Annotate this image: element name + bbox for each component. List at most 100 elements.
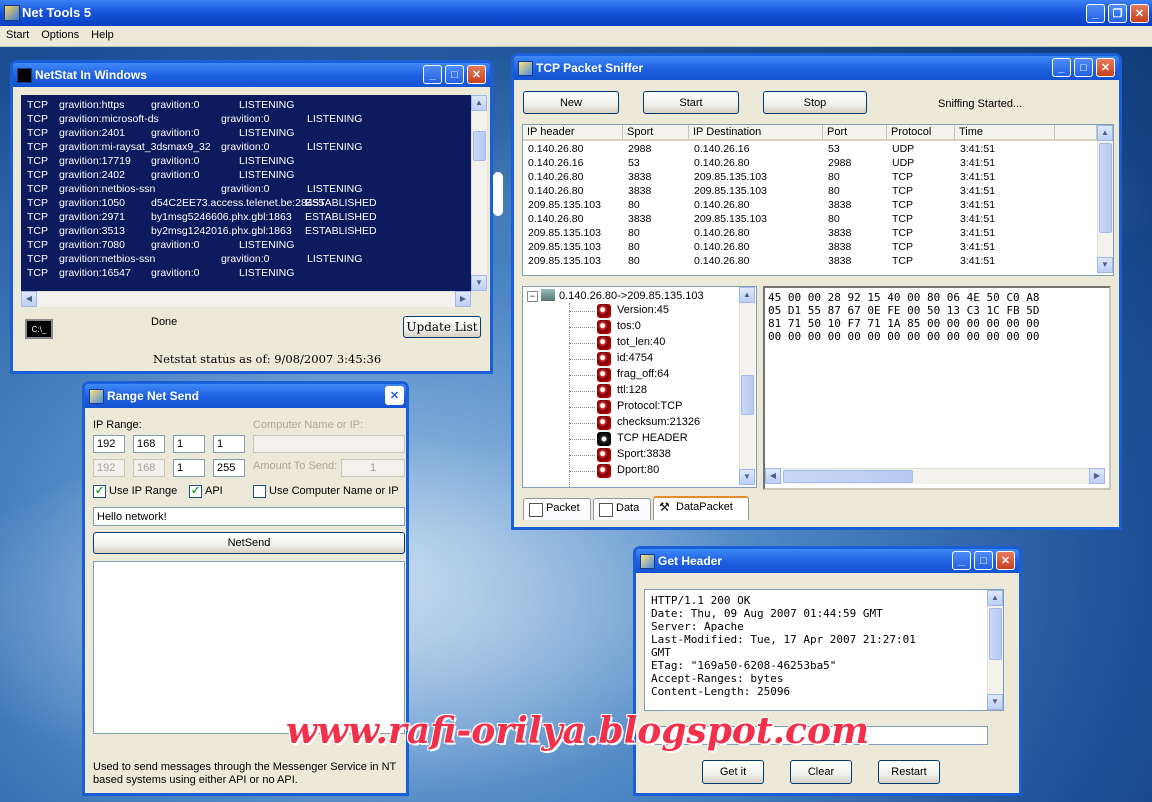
table-cell: 3838	[828, 227, 852, 239]
scroll-right-icon[interactable]: ▶	[1089, 468, 1105, 484]
netstat-close-icon[interactable]: ✕	[467, 65, 486, 84]
column-header[interactable]: Sport	[623, 125, 689, 141]
scroll-down-icon[interactable]: ▼	[739, 469, 755, 485]
sniffer-close-icon[interactable]: ✕	[1096, 58, 1115, 77]
collapse-icon[interactable]: −	[527, 291, 538, 302]
table-cell: TCP	[892, 185, 913, 197]
scroll-down-icon[interactable]: ▼	[471, 275, 487, 291]
scroll-thumb[interactable]	[783, 470, 913, 483]
netstat-minimize-icon[interactable]: _	[423, 65, 442, 84]
header-titlebar: Get Header _ □ ✕	[636, 549, 1019, 573]
packet-table-vscrollbar[interactable]: ▲ ▼	[1097, 125, 1113, 273]
netsend-button[interactable]: NetSend	[93, 532, 405, 554]
netstat-maximize-icon[interactable]: □	[445, 65, 464, 84]
column-header[interactable]: Port	[823, 125, 887, 141]
table-row[interactable]: 209.85.135.103 80 0.140.26.80 3838 TCP 3:41:5…	[523, 227, 1097, 241]
sniffer-titlebar: TCP Packet Sniffer _ □ ✕	[514, 56, 1119, 80]
api-checkbox[interactable]: ✓	[189, 485, 202, 498]
get-it-button[interactable]: Get it	[702, 760, 764, 784]
menu-options[interactable]: Options	[35, 26, 85, 44]
scroll-up-icon[interactable]: ▲	[471, 95, 487, 111]
netstat-cell: gravition:1050	[59, 197, 125, 209]
new-button[interactable]: New	[523, 91, 619, 114]
header-minimize-icon[interactable]: _	[952, 551, 971, 570]
header-vscrollbar[interactable]: ▲ ▼	[987, 590, 1003, 710]
scroll-up-icon[interactable]: ▲	[987, 590, 1003, 606]
ip-to-3-input[interactable]	[173, 459, 205, 477]
column-header[interactable]: Protocol	[887, 125, 955, 141]
table-cell: TCP	[892, 241, 913, 253]
restart-button[interactable]: Restart	[878, 760, 940, 784]
computer-name-input[interactable]	[253, 435, 405, 453]
column-header[interactable]: IP Destination	[689, 125, 823, 141]
clear-button[interactable]: Clear	[790, 760, 852, 784]
header-output[interactable]: HTTP/1.1 200 OK Date: Thu, 09 Aug 2007 01…	[644, 589, 1004, 711]
header-close-icon[interactable]: ✕	[996, 551, 1015, 570]
scroll-thumb[interactable]	[989, 608, 1002, 660]
tab-packet[interactable]: Packet	[523, 498, 591, 520]
scroll-up-icon[interactable]: ▲	[1097, 125, 1113, 141]
ip-from-3-input[interactable]	[173, 435, 205, 453]
scroll-thumb[interactable]	[473, 131, 486, 161]
scroll-up-icon[interactable]: ▲	[739, 287, 755, 303]
ip-to-1-input[interactable]	[93, 459, 125, 477]
header-maximize-icon[interactable]: □	[974, 551, 993, 570]
scroll-thumb[interactable]	[1099, 143, 1112, 233]
field-icon	[597, 320, 611, 334]
message-input[interactable]	[93, 507, 405, 526]
table-row[interactable]: 0.140.26.80 3838 209.85.135.103 80 TCP 3:41:5…	[523, 185, 1097, 199]
update-list-button[interactable]: Update List	[403, 316, 481, 338]
netstat-vscrollbar[interactable]: ▲ ▼	[471, 95, 487, 291]
table-row[interactable]: 209.85.135.103 80 0.140.26.80 3838 TCP 3:41:5…	[523, 199, 1097, 213]
hex-hscrollbar[interactable]: ◀ ▶	[765, 468, 1105, 484]
ip-from-4-input[interactable]	[213, 435, 245, 453]
restore-icon[interactable]: ❐	[1108, 4, 1127, 23]
ip-from-2-input[interactable]	[133, 435, 165, 453]
netstat-list[interactable]: TCP gravition:https gravition:0 LISTENING TC…	[21, 95, 471, 291]
table-row[interactable]: 0.140.26.16 53 0.140.26.80 2988 UDP 3:41:51	[523, 157, 1097, 171]
scroll-right-icon[interactable]: ▶	[455, 291, 471, 307]
ip-from-1-input[interactable]	[93, 435, 125, 453]
use-computer-checkbox[interactable]	[253, 485, 266, 498]
range-close-icon[interactable]: ✕	[385, 386, 404, 405]
netsend-log[interactable]	[93, 561, 405, 734]
table-row[interactable]: 0.140.26.80 3838 209.85.135.103 80 TCP 3:41:5…	[523, 171, 1097, 185]
scroll-down-icon[interactable]: ▼	[987, 694, 1003, 710]
amount-input[interactable]	[341, 459, 405, 477]
tab-data[interactable]: Data	[593, 498, 651, 520]
tab-datapacket[interactable]: ⚒ DataPacket	[653, 496, 749, 520]
start-button[interactable]: Start	[643, 91, 739, 114]
netstat-cell: gravition:16547	[59, 267, 131, 279]
packet-tree[interactable]: − 0.140.26.80->209.85.135.103 Version:45 to…	[522, 286, 757, 488]
ip-to-4-input[interactable]	[213, 459, 245, 477]
minimize-icon[interactable]: _	[1086, 4, 1105, 23]
scroll-down-icon[interactable]: ▼	[1097, 257, 1113, 273]
table-row[interactable]: 209.85.135.103 80 0.140.26.80 3838 TCP 3:41:5…	[523, 241, 1097, 255]
stop-button[interactable]: Stop	[763, 91, 867, 114]
column-header[interactable]: IP header	[523, 125, 623, 141]
menu-start[interactable]: Start	[0, 26, 35, 44]
tree-vscrollbar[interactable]: ▲ ▼	[739, 287, 755, 485]
splitter-handle[interactable]	[493, 172, 503, 216]
scroll-thumb[interactable]	[741, 375, 754, 415]
scroll-left-icon[interactable]: ◀	[765, 468, 781, 484]
table-row[interactable]: 0.140.26.80 3838 209.85.135.103 80 TCP 3:41:5…	[523, 213, 1097, 227]
netstat-hscrollbar[interactable]: ◀ ▶	[21, 291, 471, 307]
column-header[interactable]: Time	[955, 125, 1055, 141]
table-cell: 209.85.135.103	[694, 213, 767, 225]
table-row[interactable]: 0.140.26.80 2988 0.140.26.16 53 UDP 3:41:51	[523, 143, 1097, 157]
netstat-cell: by1msg5246606.phx.gbl:1863	[151, 211, 292, 223]
menu-help[interactable]: Help	[85, 26, 120, 44]
ip-to-2-input[interactable]	[133, 459, 165, 477]
scroll-left-icon[interactable]: ◀	[21, 291, 37, 307]
sniffer-maximize-icon[interactable]: □	[1074, 58, 1093, 77]
netstat-cell: gravition:2401	[59, 127, 125, 139]
hex-view[interactable]: 45 00 00 28 92 15 40 00 80 06 4E 50 C0 A…	[763, 286, 1111, 490]
table-cell: 3:41:51	[960, 227, 996, 239]
close-icon[interactable]: ✕	[1130, 4, 1149, 23]
table-row[interactable]: 209.85.135.103 80 0.140.26.80 3838 TCP 3:41:5…	[523, 255, 1097, 269]
tree-root[interactable]: − 0.140.26.80->209.85.135.103	[527, 289, 704, 302]
use-ip-range-checkbox[interactable]: ✓	[93, 485, 106, 498]
sniffer-minimize-icon[interactable]: _	[1052, 58, 1071, 77]
packet-table[interactable]: IP header Sport IP Destination Port Protocol…	[522, 124, 1114, 276]
